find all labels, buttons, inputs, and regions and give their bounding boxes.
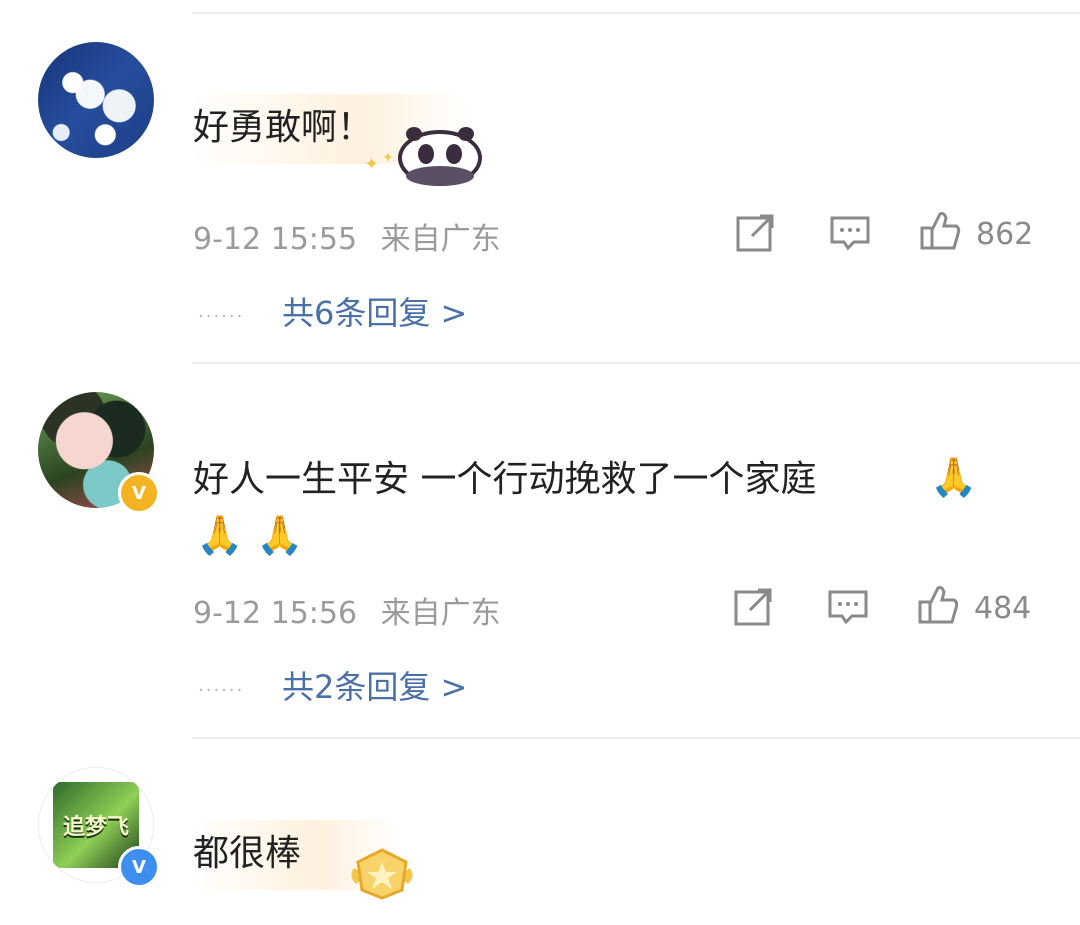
verified-badge-blue: V xyxy=(118,846,160,888)
replies-row[interactable]: ...... 共2条回复 > xyxy=(198,662,467,708)
praying-hands-emoji: 🙏 xyxy=(196,513,244,557)
star-badge-sticker xyxy=(346,846,418,906)
avatar[interactable] xyxy=(38,42,154,158)
share-button[interactable] xyxy=(734,210,778,262)
comment-button[interactable] xyxy=(826,584,870,636)
location: 来自广东 xyxy=(380,222,501,257)
comment-text: 都很棒 xyxy=(193,833,302,874)
share-icon xyxy=(732,584,776,636)
location: 来自广东 xyxy=(380,596,501,631)
more-dots: ...... xyxy=(198,300,245,322)
like-count: 484 xyxy=(974,590,1032,626)
comment-icon xyxy=(828,210,872,262)
divider xyxy=(192,737,1080,739)
comment-meta: 9-12 15:55 来自广东 xyxy=(193,214,501,258)
comment-text: 好人一生平安 一个行动挽救了一个家庭 xyxy=(193,459,817,500)
comment-button[interactable] xyxy=(828,210,872,262)
timestamp: 9-12 15:55 xyxy=(193,222,358,257)
thumbs-up-icon xyxy=(916,582,960,634)
verified-badge-gold: V xyxy=(118,472,160,514)
comment-meta: 9-12 15:56 来自广东 xyxy=(193,588,501,632)
like-button[interactable]: 862 xyxy=(918,208,1033,260)
comment-text: 好勇敢啊！ xyxy=(193,107,374,148)
comment-icon xyxy=(826,584,870,636)
praying-hands-emoji: 🙏 xyxy=(930,455,978,499)
divider-top xyxy=(192,12,1080,14)
panda-sticker: ✦ ✦ xyxy=(362,118,482,192)
like-count: 862 xyxy=(976,216,1034,252)
praying-hands-emoji: 🙏 xyxy=(256,513,304,557)
svg-text:✦: ✦ xyxy=(382,150,394,166)
replies-row[interactable]: ...... 共6条回复 > xyxy=(198,288,467,334)
thumbs-up-icon xyxy=(918,208,962,260)
like-button[interactable]: 484 xyxy=(916,582,1031,634)
svg-text:✦: ✦ xyxy=(364,154,379,175)
timestamp: 9-12 15:56 xyxy=(193,596,358,631)
view-replies-link[interactable]: 共6条回复 > xyxy=(282,288,467,334)
share-icon xyxy=(734,210,778,262)
divider xyxy=(192,362,1080,364)
more-dots: ...... xyxy=(198,674,245,696)
view-replies-link[interactable]: 共2条回复 > xyxy=(282,662,467,708)
share-button[interactable] xyxy=(732,584,776,636)
